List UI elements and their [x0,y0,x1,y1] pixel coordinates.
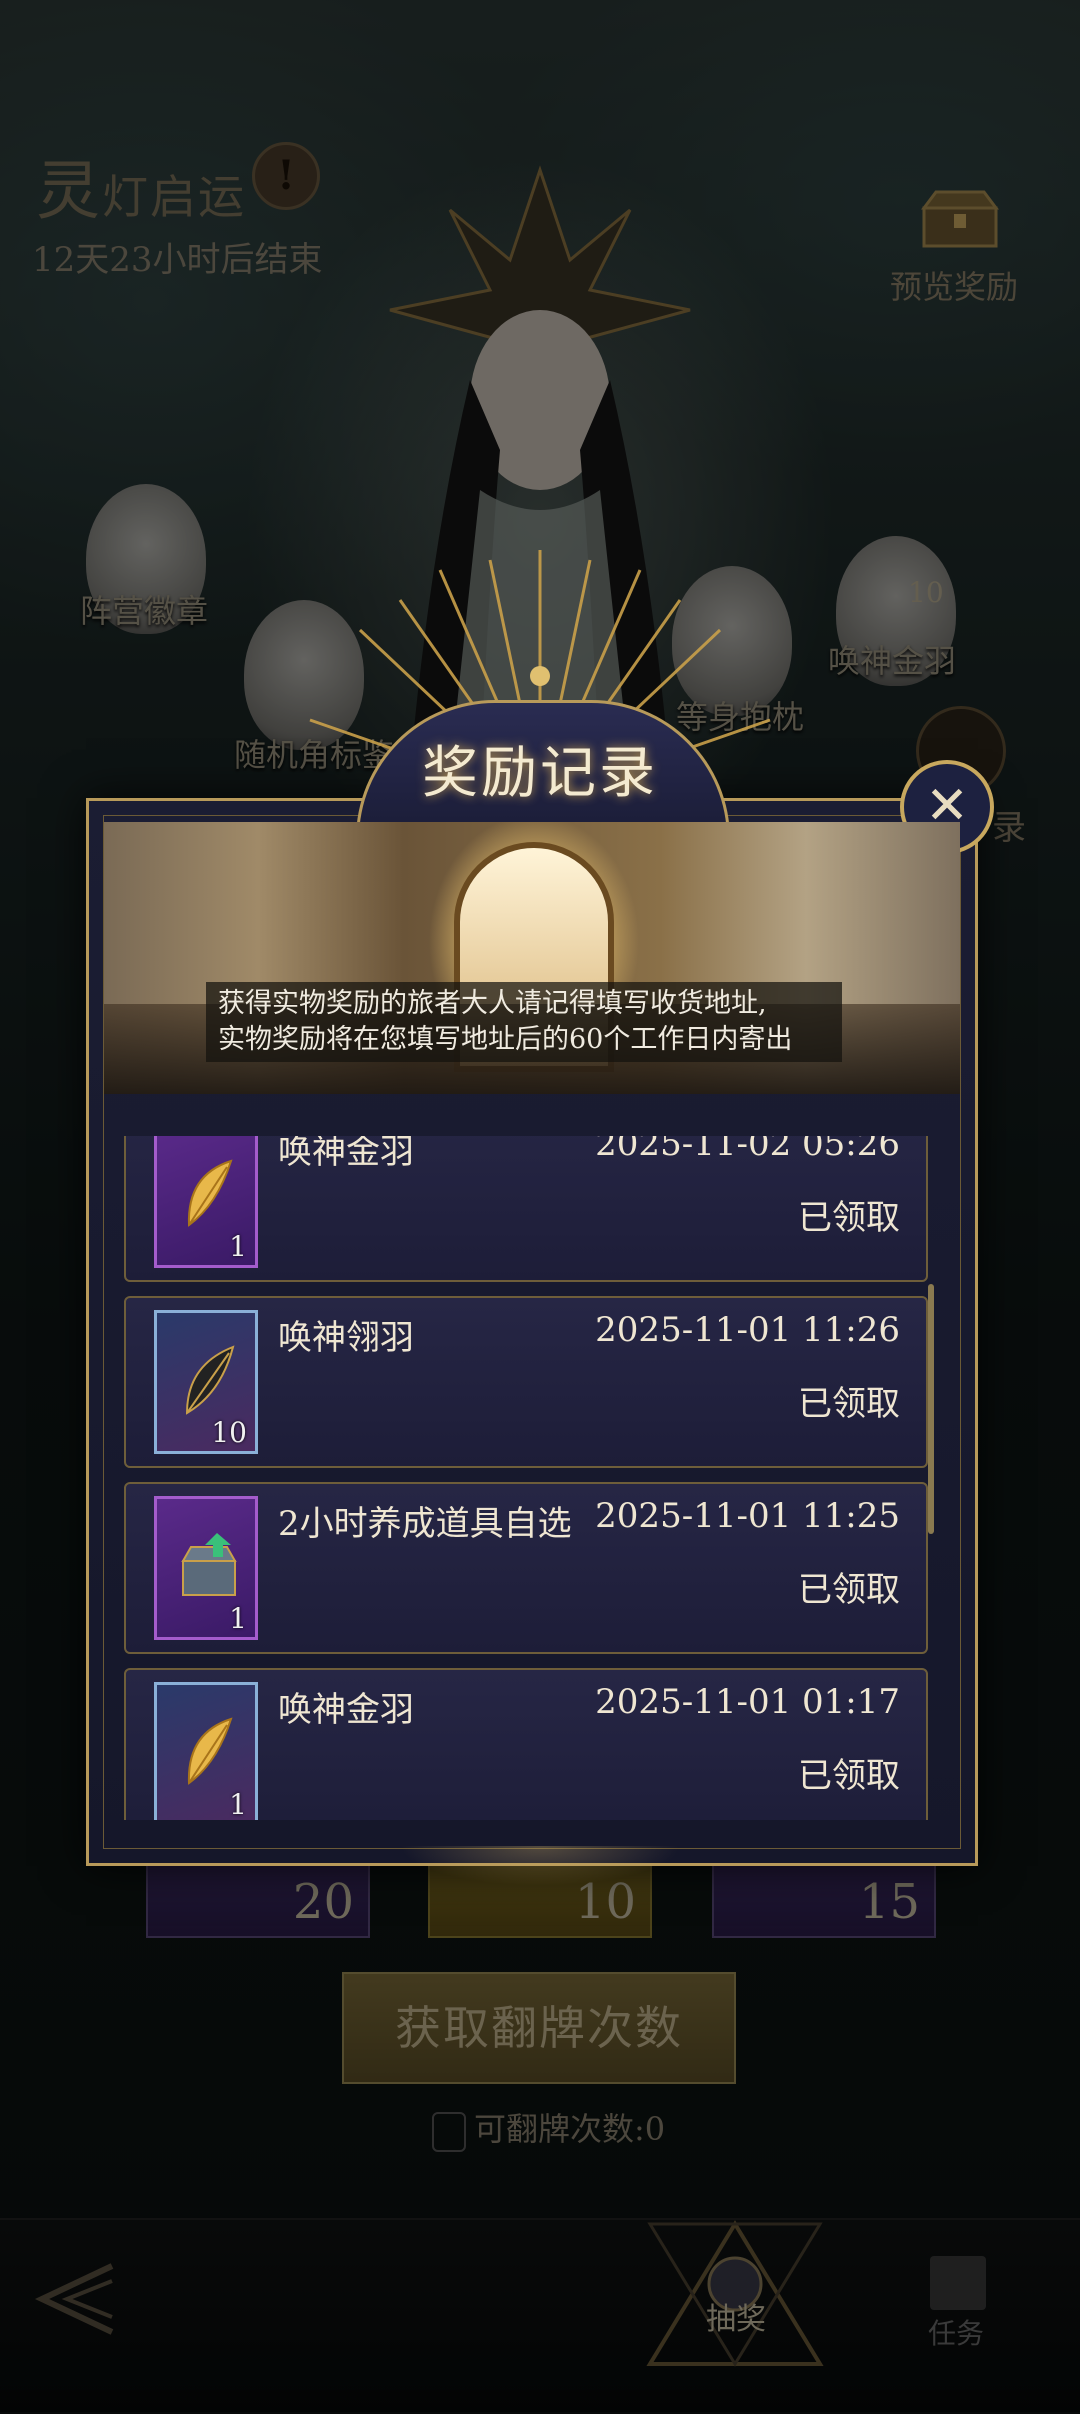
record-time: 2025-11-02 05:26 [595,1136,900,1164]
item-icon-frame: 1 [154,1682,258,1820]
golden-feather-icon [187,1159,233,1227]
notice-line-2: 实物奖励将在您填写地址后的60个工作日内寄出 [218,1024,793,1055]
list-scrollbar[interactable] [928,1284,934,1534]
item-icon-frame: 1 [154,1136,258,1268]
item-icon-frame: 1 [154,1496,258,1640]
claim-status: 已领取 [798,1756,900,1796]
claim-status: 已领取 [798,1570,900,1610]
reward-record-list[interactable]: 1 唤神金羽 2025-11-02 05:26 已领取 10 唤神翎羽 2025… [124,1136,932,1820]
item-name: 唤神金羽 [278,1690,414,1730]
claim-status: 已领取 [798,1384,900,1424]
notice-line-1: 获得实物奖励的旅者大人请记得填写收货地址, [218,988,767,1019]
item-icon-frame: 10 [154,1310,258,1454]
crescent-moon-icon [512,666,568,708]
black-feather-icon [185,1345,235,1415]
treasure-chest-icon [181,1533,237,1596]
golden-feather-icon [187,1717,233,1785]
record-row: 1 2小时养成道具自选 2025-11-01 11:25 已领取 [124,1482,928,1654]
item-quantity: 1 [229,1602,247,1635]
record-row: 1 唤神金羽 2025-11-01 01:17 已领取 [124,1668,928,1820]
claim-status: 已领取 [798,1198,900,1238]
record-time: 2025-11-01 01:17 [595,1682,900,1722]
item-quantity: 1 [229,1230,247,1263]
item-quantity: 10 [211,1416,247,1449]
record-row: 10 唤神翎羽 2025-11-01 11:26 已领取 [124,1296,928,1468]
modal-title: 奖励记录 [422,741,658,806]
modal-bottom-glow [400,1846,680,1886]
item-name: 唤神金羽 [278,1136,414,1172]
record-time: 2025-11-01 11:25 [595,1496,900,1536]
shipping-notice: 获得实物奖励的旅者大人请记得填写收货地址, 实物奖励将在您填写地址后的60个工作… [206,982,842,1062]
record-time: 2025-11-01 11:26 [595,1310,900,1350]
record-row: 1 唤神金羽 2025-11-02 05:26 已领取 [124,1136,928,1282]
item-name: 2小时养成道具自选 [278,1504,572,1544]
item-quantity: 1 [229,1788,247,1820]
item-name: 唤神翎羽 [278,1318,414,1358]
